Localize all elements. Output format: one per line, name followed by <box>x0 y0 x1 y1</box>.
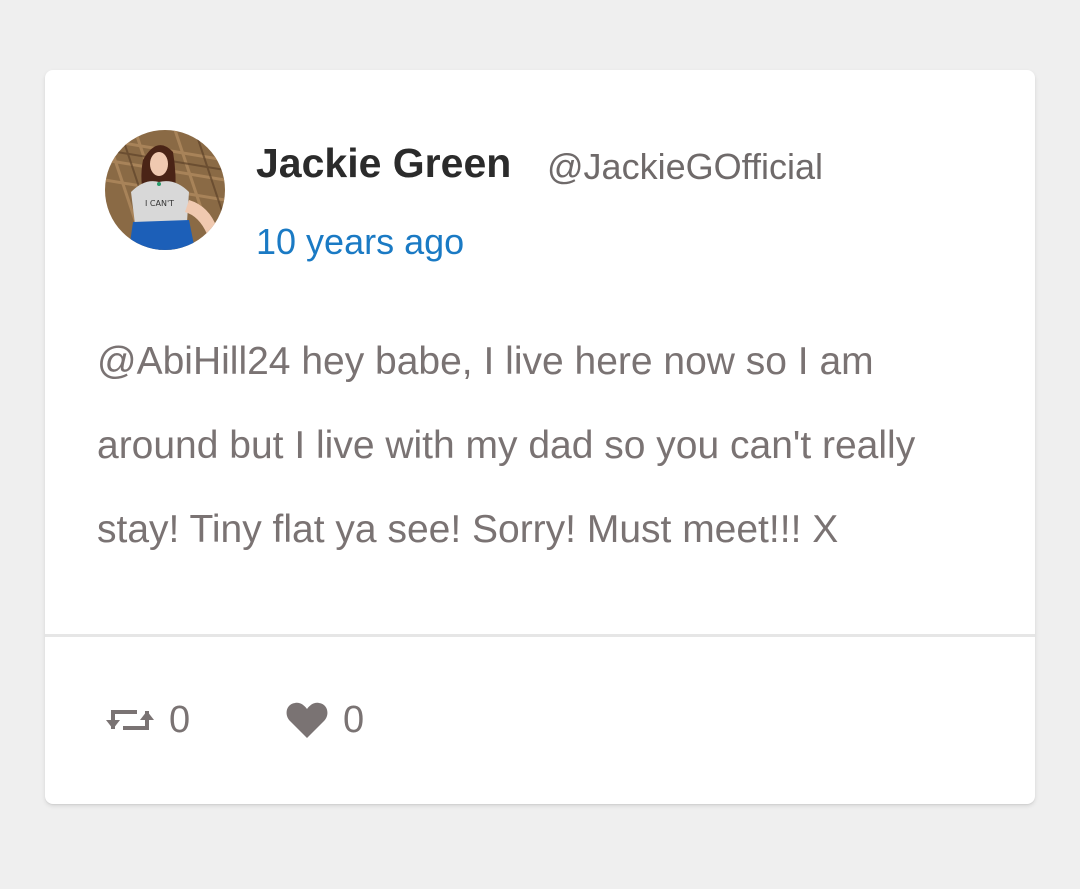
retweet-button[interactable]: 0 <box>105 698 190 742</box>
timestamp-link[interactable]: 10 years ago <box>256 221 464 263</box>
divider <box>45 634 1035 637</box>
heart-icon <box>285 700 329 740</box>
retweet-count: 0 <box>169 698 191 741</box>
avatar-shirt-text: I CAN'T <box>145 199 174 208</box>
retweet-icon <box>105 705 155 735</box>
author-handle[interactable]: @JackieGOfficial <box>547 146 823 188</box>
avatar-photo: I CAN'T <box>105 130 225 250</box>
tweet-text: @AbiHill24 hey babe, I live here now so … <box>97 340 916 551</box>
avatar[interactable]: I CAN'T <box>105 130 225 250</box>
like-button[interactable]: 0 <box>285 698 364 742</box>
tweet-card: I CAN'T Jackie Green @JackieGOfficial 10… <box>45 70 1035 804</box>
author-name[interactable]: Jackie Green <box>256 140 511 187</box>
like-count: 0 <box>343 698 365 741</box>
